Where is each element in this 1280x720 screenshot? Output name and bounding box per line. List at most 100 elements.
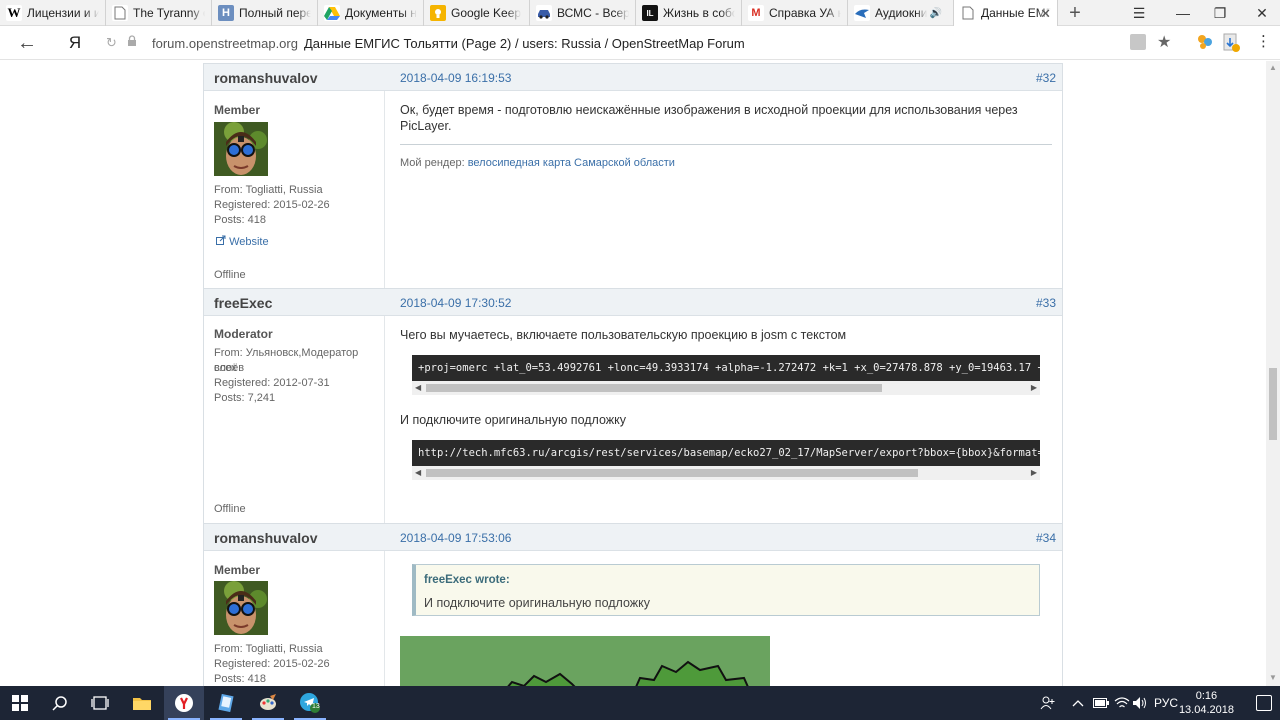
message-text: PicLayer. bbox=[400, 119, 452, 133]
horizontal-scrollbar[interactable]: ◀ ▶ bbox=[412, 466, 1040, 480]
tab-favicon-icon bbox=[960, 5, 976, 21]
scrollbar-thumb[interactable] bbox=[1269, 368, 1277, 440]
volume-icon[interactable] bbox=[1132, 686, 1148, 720]
page-vertical-scrollbar[interactable]: ▲ ▼ bbox=[1266, 61, 1280, 686]
scroll-right-icon[interactable]: ▶ bbox=[1031, 383, 1037, 392]
people-icon[interactable] bbox=[1040, 686, 1056, 720]
restore-button[interactable]: ❐ bbox=[1202, 0, 1238, 26]
avatar bbox=[214, 581, 268, 635]
post-date-link[interactable]: 2018-04-09 17:53:06 bbox=[400, 531, 511, 545]
browser-tab[interactable]: The Tyranny of bbox=[106, 0, 212, 26]
message-text: И подключите оригинальную подложку bbox=[400, 413, 627, 427]
paint-app-icon[interactable] bbox=[248, 686, 288, 720]
browser-tab[interactable]: Документы на bbox=[318, 0, 424, 26]
browser-menu-button[interactable]: ☰ bbox=[1121, 0, 1157, 26]
action-center-icon[interactable] bbox=[1256, 695, 1272, 711]
new-tab-button[interactable]: + bbox=[1058, 0, 1092, 26]
user-role: Member bbox=[214, 103, 261, 117]
code-block[interactable]: http://tech.mfc63.ru/arcgis/rest/service… bbox=[412, 440, 1040, 480]
minimize-button[interactable]: — bbox=[1165, 0, 1201, 26]
tab-favicon-icon: IL bbox=[642, 5, 658, 21]
tab-favicon-icon bbox=[430, 5, 446, 21]
user-post-count: Posts: 7,241 bbox=[214, 392, 276, 404]
connection-icon[interactable] bbox=[127, 35, 137, 50]
reader-mode-icon[interactable] bbox=[1130, 34, 1146, 50]
browser-tab[interactable]: Аудиокни 🔊 bbox=[848, 0, 954, 26]
scroll-right-icon[interactable]: ▶ bbox=[1031, 468, 1037, 477]
user-role: Member bbox=[214, 563, 261, 577]
extension-puzzle-icon[interactable] bbox=[1196, 33, 1214, 55]
search-icon[interactable] bbox=[40, 686, 80, 720]
browser-tab[interactable]: ВСМС - Всерос bbox=[530, 0, 636, 26]
signature-divider bbox=[400, 144, 1052, 145]
user-registered: Registered: 2015-02-26 bbox=[214, 199, 330, 211]
post-message: freeExec wrote: И подключите оригинальну… bbox=[386, 551, 1062, 686]
tab-title: Документы на bbox=[345, 6, 417, 20]
system-clock[interactable]: 0:16 13.04.2018 bbox=[1179, 689, 1234, 717]
task-view-icon[interactable] bbox=[80, 686, 120, 720]
close-tab-icon[interactable]: ✕ bbox=[1040, 6, 1051, 22]
browser-tab[interactable]: H Полный перев bbox=[212, 0, 318, 26]
post-number-link[interactable]: #34 bbox=[1036, 531, 1056, 545]
tab-favicon-icon bbox=[112, 5, 128, 21]
tray-overflow-icon[interactable] bbox=[1072, 686, 1084, 720]
quote-block: freeExec wrote: И подключите оригинальну… bbox=[412, 564, 1040, 616]
browser-tab[interactable]: Google Keep bbox=[424, 0, 530, 26]
post-author-info: Member From: Togliatti, Russia Registere… bbox=[204, 551, 385, 686]
telegram-icon[interactable]: 13 bbox=[290, 686, 330, 720]
url-bar[interactable]: ↻ forum.openstreetmap.org Данные ЕМГИС Т… bbox=[100, 30, 1180, 57]
yandex-logo-icon[interactable]: Я bbox=[64, 31, 86, 55]
tab-title: The Tyranny of bbox=[133, 6, 205, 20]
start-button[interactable] bbox=[0, 686, 40, 720]
post-body: Member From: Togliatti, Russia Registere… bbox=[204, 551, 1062, 686]
browser-tab[interactable]: IL Жизнь в собств bbox=[636, 0, 742, 26]
external-link-icon bbox=[216, 235, 229, 248]
scroll-left-icon[interactable]: ◀ bbox=[415, 468, 421, 477]
tab-title: Лицензии и ин bbox=[27, 6, 99, 20]
post-image[interactable] bbox=[400, 636, 770, 686]
signature-link[interactable]: велосипедная карта Самарской области bbox=[468, 157, 675, 169]
close-window-button[interactable]: ✕ bbox=[1244, 0, 1280, 26]
website-link[interactable]: Website bbox=[216, 235, 269, 248]
scroll-left-icon[interactable]: ◀ bbox=[415, 383, 421, 392]
back-arrow-icon[interactable]: ← bbox=[14, 31, 40, 55]
scroll-up-icon[interactable]: ▲ bbox=[1269, 63, 1277, 72]
download-icon[interactable] bbox=[1222, 33, 1240, 52]
post-author[interactable]: freeExec bbox=[214, 295, 272, 311]
post-author[interactable]: romanshuvalov bbox=[214, 530, 317, 546]
input-language-indicator[interactable]: РУС bbox=[1154, 686, 1178, 720]
downloads-menu-icon[interactable]: ⋮ bbox=[1256, 32, 1271, 50]
quote-text: И подключите оригинальную подложку bbox=[424, 596, 651, 610]
website-link-label[interactable]: Website bbox=[229, 236, 269, 248]
post-number-link[interactable]: #33 bbox=[1036, 296, 1056, 310]
user-location: From: Togliatti, Russia bbox=[214, 184, 323, 196]
horizontal-scrollbar[interactable]: ◀ ▶ bbox=[412, 381, 1040, 395]
tab-title: Полный перев bbox=[239, 6, 311, 20]
post-author[interactable]: romanshuvalov bbox=[214, 70, 317, 86]
file-explorer-icon[interactable] bbox=[122, 686, 162, 720]
post-message: Ок, будет время - подготовлю неискажённы… bbox=[386, 91, 1062, 288]
browser-tab[interactable]: W Лицензии и ин bbox=[0, 0, 106, 26]
scrollbar-thumb[interactable] bbox=[426, 384, 882, 392]
tab-title: Аудиокни bbox=[875, 6, 928, 20]
post-date-link[interactable]: 2018-04-09 16:19:53 bbox=[400, 71, 511, 85]
battery-icon[interactable] bbox=[1093, 686, 1109, 720]
scrollbar-thumb[interactable] bbox=[426, 469, 918, 477]
browser-tab[interactable]: M Справка УА на bbox=[742, 0, 848, 26]
tab-title: Google Keep bbox=[451, 6, 522, 20]
forum-post: romanshuvalov 2018-04-09 16:19:53 #32 Me… bbox=[203, 63, 1063, 289]
scroll-down-icon[interactable]: ▼ bbox=[1269, 673, 1277, 682]
code-block[interactable]: +proj=omerc +lat_0=53.4992761 +lonc=49.3… bbox=[412, 355, 1040, 395]
speaker-icon[interactable]: 🔊 bbox=[929, 8, 941, 19]
clock-date: 13.04.2018 bbox=[1178, 704, 1234, 716]
post-number-link[interactable]: #32 bbox=[1036, 71, 1056, 85]
bookmark-star-icon[interactable]: ★ bbox=[1157, 32, 1171, 52]
reload-icon[interactable]: ↻ bbox=[106, 35, 117, 51]
post-date-link[interactable]: 2018-04-09 17:30:52 bbox=[400, 296, 511, 310]
notes-app-icon[interactable] bbox=[206, 686, 246, 720]
page-content: romanshuvalov 2018-04-09 16:19:53 #32 Me… bbox=[0, 61, 1266, 686]
wifi-icon[interactable] bbox=[1114, 686, 1130, 720]
signature: Мой рендер: велосипедная карта Самарской… bbox=[400, 157, 675, 169]
browser-tab[interactable]: Данные ЕМГ ✕ bbox=[954, 0, 1058, 26]
yandex-browser-taskbar-icon[interactable] bbox=[164, 686, 204, 720]
